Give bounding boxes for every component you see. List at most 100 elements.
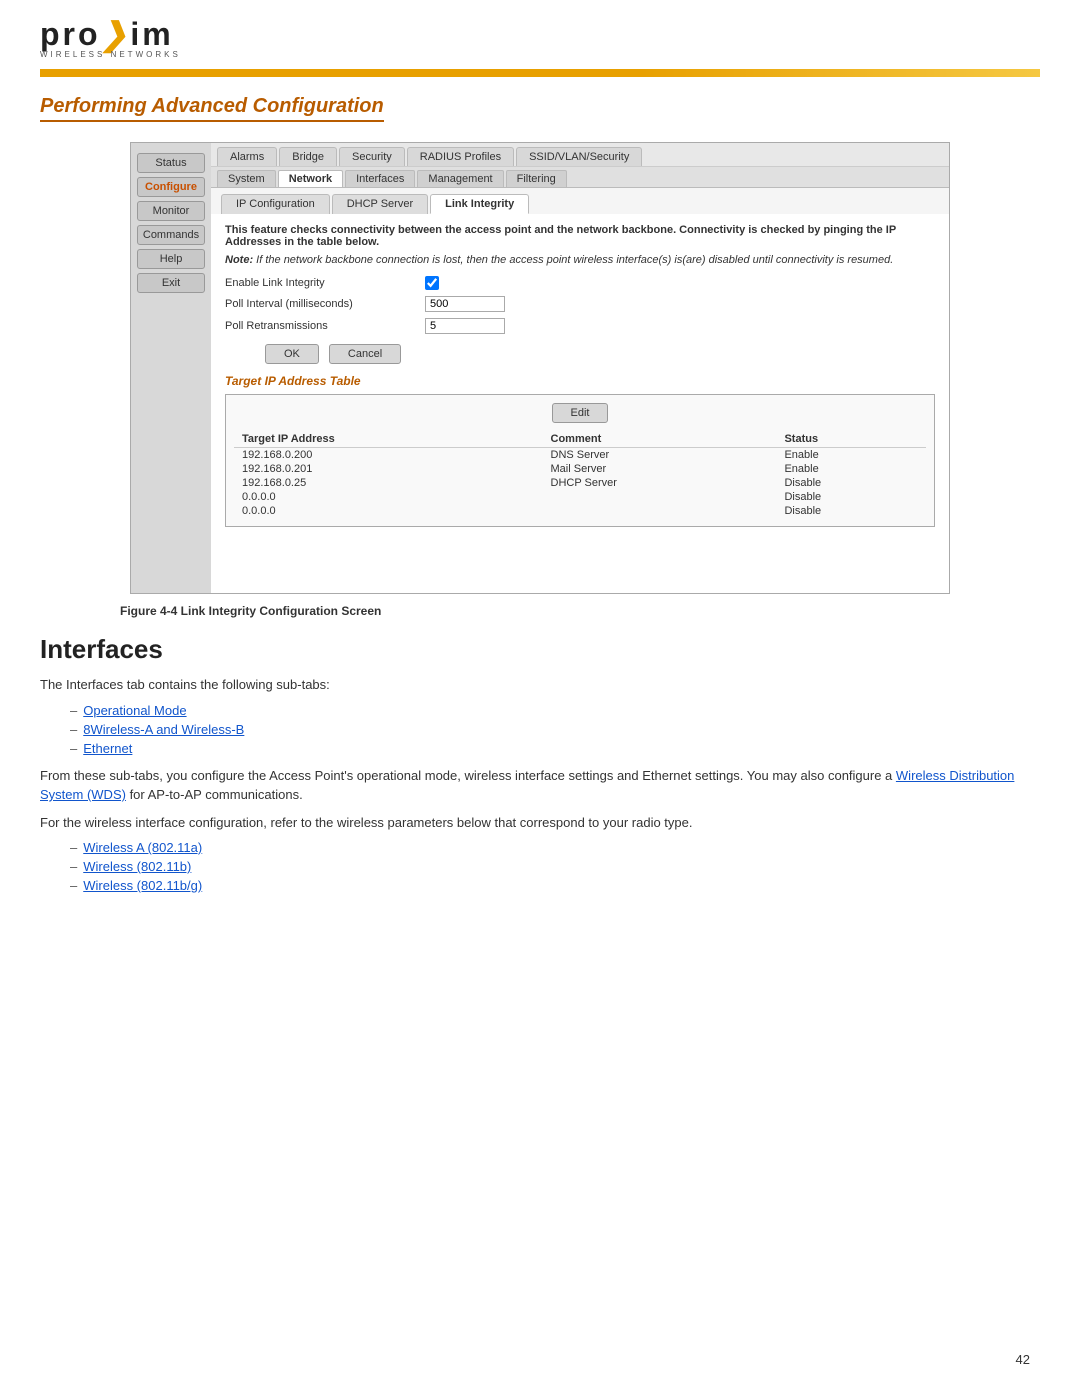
cell-status: Disable [776,504,926,518]
tab-network[interactable]: Network [278,170,343,187]
cell-ip: 0.0.0.0 [234,504,543,518]
sidebar-btn-help[interactable]: Help [137,249,205,269]
tab-alarms[interactable]: Alarms [217,147,277,166]
body-text1-post: for AP-to-AP communications. [126,787,303,802]
panel-content: This feature checks connectivity between… [211,214,949,543]
tab-security[interactable]: Security [339,147,405,166]
radio-links-list: – Wireless A (802.11a) – Wireless (802.1… [40,840,1040,893]
input-poll-interval[interactable] [425,296,505,312]
cancel-button[interactable]: Cancel [329,344,401,364]
page-header: pro❯im WIRELESS NETWORKS [0,0,1080,77]
sub-tabs-row: IP Configuration DHCP Server Link Integr… [211,188,949,214]
ui-panel: Status Configure Monitor Commands Help E… [130,142,950,594]
figure-caption: Figure 4-4 Link Integrity Configuration … [120,604,1040,618]
cell-ip: 0.0.0.0 [234,490,543,504]
cell-status: Disable [776,476,926,490]
target-table-box: Edit Target IP Address Comment Status [225,394,935,527]
subtab-link-integrity[interactable]: Link Integrity [430,194,529,214]
edit-button[interactable]: Edit [552,403,609,423]
col-header-status: Status [776,431,926,448]
label-enable-link-integrity: Enable Link Integrity [225,277,425,289]
logo-text-pre: pro [40,16,101,52]
dash-icon: – [70,703,77,718]
label-poll-interval: Poll Interval (milliseconds) [225,298,425,310]
note-label: Note: [225,254,256,266]
interfaces-intro: The Interfaces tab contains the followin… [40,675,1040,695]
table-row: 192.168.0.201 Mail Server Enable [234,462,926,476]
tab-filtering[interactable]: Filtering [506,170,567,187]
list-item-wireless-bg: – Wireless (802.11b/g) [70,878,1040,893]
tab-system[interactable]: System [217,170,276,187]
link-operational-mode[interactable]: Operational Mode [83,703,186,718]
cell-comment [543,490,777,504]
left-sidebar: Status Configure Monitor Commands Help E… [131,143,211,593]
note-text: Note: If the network backbone connection… [225,254,935,266]
sidebar-btn-exit[interactable]: Exit [137,273,205,293]
proxim-wordmark: pro❯im [40,18,181,50]
input-poll-retransmissions[interactable] [425,318,505,334]
interfaces-section: Interfaces The Interfaces tab contains t… [40,634,1040,893]
cell-ip: 192.168.0.200 [234,448,543,463]
page-title: Performing Advanced Configuration [40,95,384,122]
tab-bridge[interactable]: Bridge [279,147,337,166]
page-title-area: Performing Advanced Configuration [0,77,1080,132]
sub-tab-links-list: – Operational Mode – 8Wireless-A and Wir… [40,703,1040,756]
col-header-ip: Target IP Address [234,431,543,448]
link-ethernet[interactable]: Ethernet [83,741,132,756]
nav-tabs-row2: System Network Interfaces Management Fil… [211,167,949,188]
cell-ip: 192.168.0.25 [234,476,543,490]
table-row: 0.0.0.0 Disable [234,490,926,504]
table-row: 192.168.0.25 DHCP Server Disable [234,476,926,490]
form-row-enable: Enable Link Integrity [225,276,935,290]
logo-subtitle: WIRELESS NETWORKS [40,50,181,59]
sidebar-btn-configure[interactable]: Configure [137,177,205,197]
cell-comment [543,504,777,518]
logo-area: pro❯im WIRELESS NETWORKS [40,18,1040,59]
sidebar-btn-monitor[interactable]: Monitor [137,201,205,221]
note-content: If the network backbone connection is lo… [256,254,893,266]
target-table-title: Target IP Address Table [225,374,935,388]
target-ip-table: Target IP Address Comment Status 192.168… [234,431,926,518]
logo-text-post: im [130,16,173,52]
cell-ip: 192.168.0.201 [234,462,543,476]
list-item-wireless-ab: – 8Wireless-A and Wireless-B [70,722,1040,737]
tab-ssid-vlan-security[interactable]: SSID/VLAN/Security [516,147,642,166]
body-text-radio: For the wireless interface configuration… [40,813,1040,833]
proxim-logo: pro❯im WIRELESS NETWORKS [40,18,181,59]
dash-icon: – [70,878,77,893]
list-item-operational-mode: – Operational Mode [70,703,1040,718]
link-wireless-bg[interactable]: Wireless (802.11b/g) [83,878,202,893]
subtab-ip-configuration[interactable]: IP Configuration [221,194,330,214]
cell-comment: Mail Server [543,462,777,476]
link-wireless-a[interactable]: Wireless A (802.11a) [83,840,202,855]
cell-status: Enable [776,462,926,476]
list-item-wireless-b: – Wireless (802.11b) [70,859,1040,874]
description-text: This feature checks connectivity between… [225,224,935,248]
btn-row: OK Cancel [265,344,935,364]
checkbox-enable-link-integrity[interactable] [425,276,439,290]
orange-bar [40,69,1040,77]
link-wireless-b[interactable]: Wireless (802.11b) [83,859,191,874]
col-header-comment: Comment [543,431,777,448]
form-row-poll-interval: Poll Interval (milliseconds) [225,296,935,312]
main-content: Status Configure Monitor Commands Help E… [0,132,1080,933]
interfaces-heading: Interfaces [40,634,1040,665]
tab-radius-profiles[interactable]: RADIUS Profiles [407,147,514,166]
right-panel: Alarms Bridge Security RADIUS Profiles S… [211,143,949,593]
subtab-dhcp-server[interactable]: DHCP Server [332,194,428,214]
cell-comment: DHCP Server [543,476,777,490]
link-wireless-ab[interactable]: 8Wireless-A and Wireless-B [83,722,244,737]
logo-arrow-icon: ❯ [101,16,131,52]
body-text-wds: From these sub-tabs, you configure the A… [40,766,1040,805]
sidebar-btn-status[interactable]: Status [137,153,205,173]
table-row: 192.168.0.200 DNS Server Enable [234,448,926,463]
tab-management[interactable]: Management [417,170,503,187]
dash-icon: – [70,840,77,855]
sidebar-btn-commands[interactable]: Commands [137,225,205,245]
label-poll-retransmissions: Poll Retransmissions [225,320,425,332]
form-row-poll-retransmissions: Poll Retransmissions [225,318,935,334]
dash-icon: – [70,859,77,874]
cell-status: Enable [776,448,926,463]
ok-button[interactable]: OK [265,344,319,364]
tab-interfaces[interactable]: Interfaces [345,170,415,187]
